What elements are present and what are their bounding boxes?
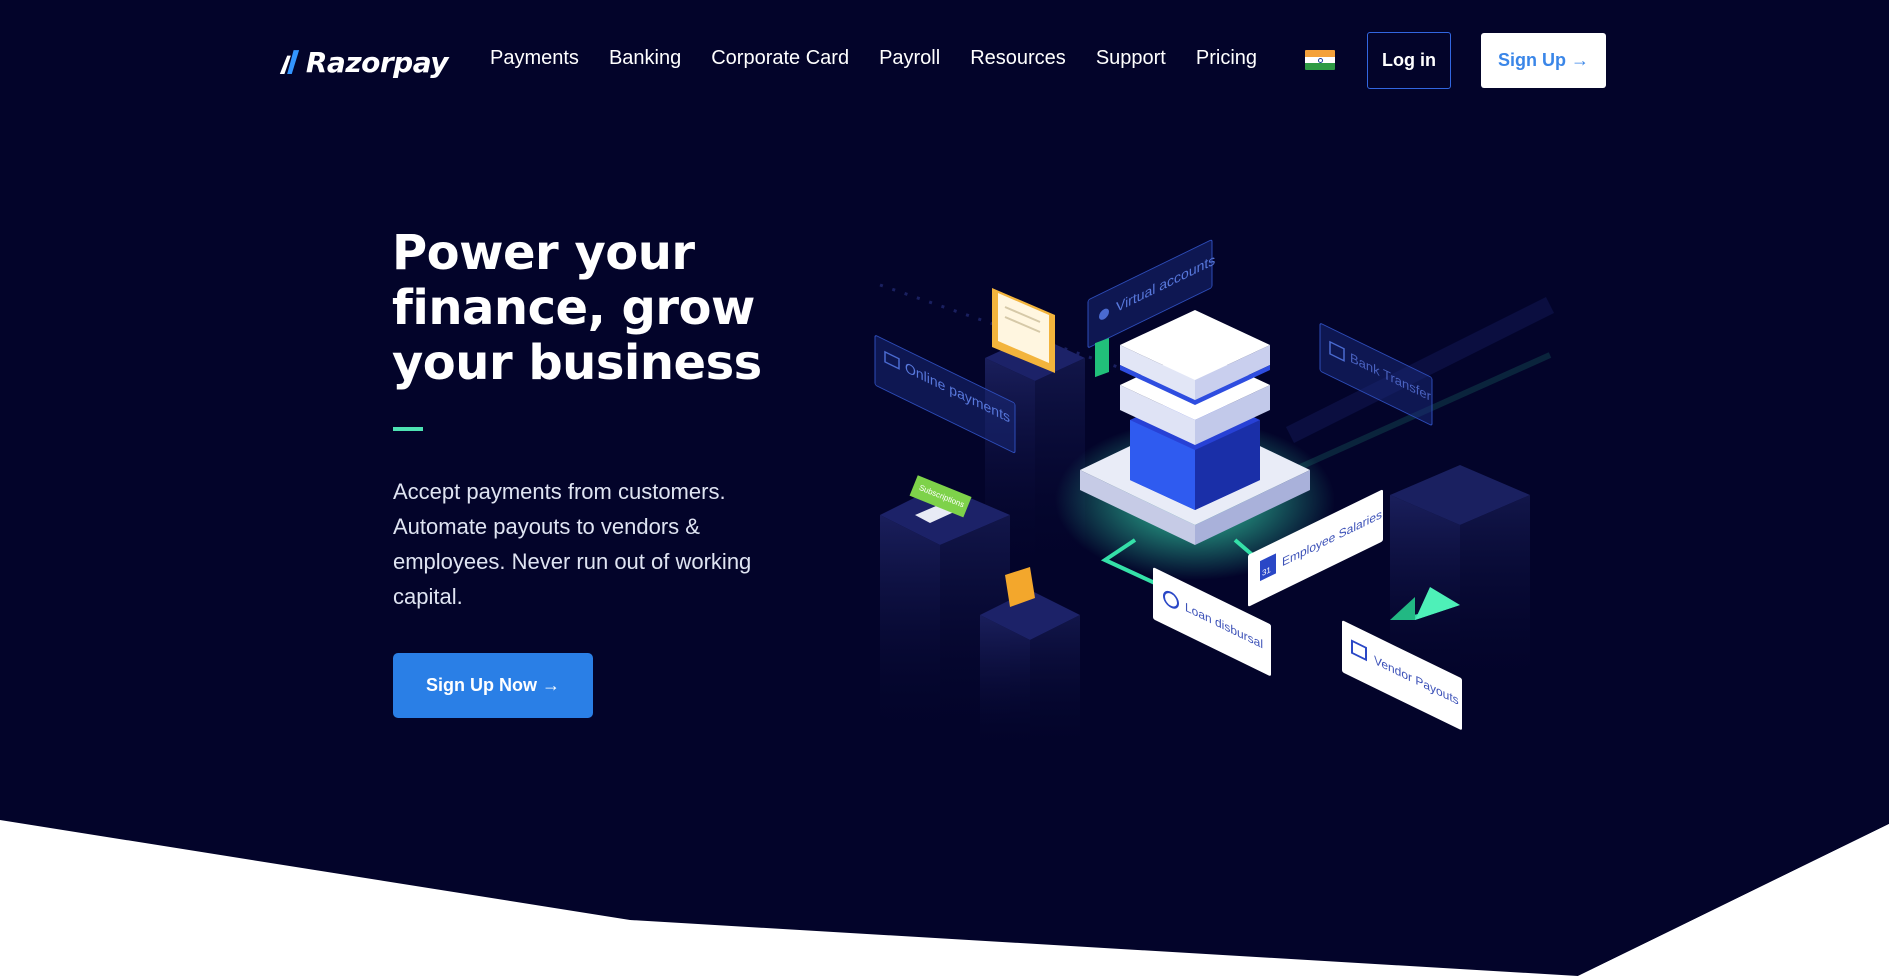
- headline-line: your business: [392, 335, 762, 391]
- nav-item-banking[interactable]: Banking: [609, 47, 681, 70]
- signup-now-button[interactable]: Sign Up Now →: [393, 653, 593, 718]
- subtext-line: Automate payouts to vendors &: [393, 514, 700, 539]
- headline-line: Power your: [392, 225, 695, 281]
- document-icon: [1095, 338, 1109, 378]
- nav-item-support[interactable]: Support: [1096, 47, 1166, 70]
- razorpay-logo-icon: [279, 50, 300, 74]
- subtext-line: Accept payments from customers.: [393, 479, 726, 504]
- accent-divider: [393, 427, 423, 431]
- nav-item-payments[interactable]: Payments: [490, 47, 579, 70]
- main-nav: Payments Banking Corporate Card Payroll …: [490, 44, 1287, 72]
- signup-button[interactable]: Sign Up →: [1481, 33, 1606, 88]
- hero-illustration: Online payments Virtual accounts Bank Tr…: [874, 239, 1555, 755]
- nav-item-pricing[interactable]: Pricing: [1196, 47, 1257, 70]
- india-flag-icon[interactable]: [1305, 50, 1335, 70]
- brand-name: Razorpay: [305, 45, 449, 79]
- nav-item-resources[interactable]: Resources: [970, 47, 1066, 70]
- nav-item-corporate-card[interactable]: Corporate Card: [711, 47, 849, 70]
- headline-line: finance, grow: [392, 280, 755, 336]
- nav-item-payroll[interactable]: Payroll: [879, 47, 940, 70]
- subtext-line: capital.: [393, 584, 463, 609]
- login-button[interactable]: Log in: [1367, 32, 1451, 89]
- hero-subtext: Accept payments from customers. Automate…: [393, 474, 793, 614]
- hero-headline: Power your finance, grow your business: [392, 226, 812, 391]
- subtext-line: employees. Never run out of working: [393, 549, 752, 574]
- razorpay-logo[interactable]: Razorpay: [278, 42, 449, 82]
- online-payments-tag: Online payments: [874, 335, 1016, 454]
